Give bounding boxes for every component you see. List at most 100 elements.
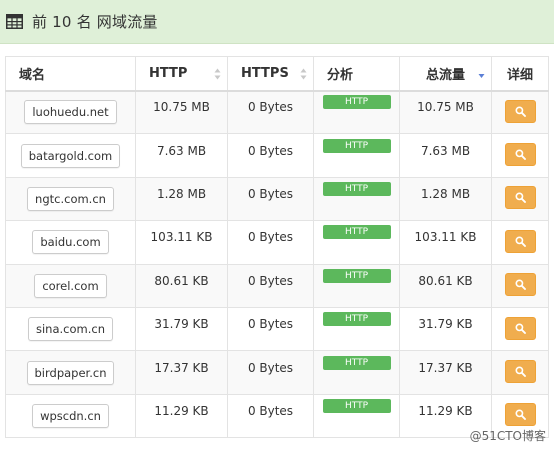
detail-button[interactable]: [504, 99, 536, 123]
search-icon: [515, 366, 526, 377]
cell-domain: luohuedu.net: [5, 89, 136, 135]
sort-icon[interactable]: [214, 68, 221, 80]
cell-analysis: HTTP: [313, 263, 400, 308]
search-icon: [515, 279, 526, 291]
domain-name[interactable]: batargold.com: [20, 143, 121, 168]
cell-detail: [491, 350, 549, 395]
table-row: baidu.com 103.11 KB 0 Bytes HTTP 103.11 KB: [5, 220, 549, 265]
header-detail: 详细: [491, 56, 549, 92]
cell-analysis: HTTP: [313, 350, 400, 395]
cell-detail: [491, 220, 549, 265]
cell-https: 0 Bytes: [227, 176, 314, 222]
cell-https: 0 Bytes: [227, 263, 314, 308]
domain-name[interactable]: sina.com.cn: [27, 317, 113, 342]
search-icon: [515, 236, 526, 247]
cell-analysis: HTTP: [313, 89, 400, 135]
cell-http: 7.63 MB: [135, 133, 228, 178]
cell-total: 31.79 KB: [399, 306, 492, 352]
domain-name[interactable]: birdpaper.cn: [26, 360, 115, 385]
cell-domain: wpscdn.cn: [5, 393, 136, 439]
cell-http: 17.37 KB: [135, 350, 228, 395]
search-icon: [515, 106, 526, 117]
cell-https: 0 Bytes: [227, 133, 314, 178]
cell-https: 0 Bytes: [227, 350, 314, 395]
cell-https: 0 Bytes: [227, 306, 314, 352]
cell-detail: [491, 306, 549, 352]
header-domain: 域名: [5, 56, 136, 92]
cell-detail: [491, 176, 549, 222]
cell-https: 0 Bytes: [227, 89, 314, 135]
cell-domain: sina.com.cn: [5, 306, 136, 352]
protocol-label: HTTP: [322, 268, 391, 283]
protocol-label: HTTP: [322, 312, 391, 327]
search-icon: [515, 409, 526, 421]
domain-name[interactable]: corel.com: [34, 273, 107, 298]
header-total[interactable]: 总流量: [399, 56, 492, 92]
cell-domain: birdpaper.cn: [5, 350, 136, 395]
table-row: wpscdn.cn 11.29 KB 0 Bytes HTTP 11.29 KB: [5, 393, 549, 439]
cell-detail: [491, 133, 549, 178]
protocol-label: HTTP: [322, 355, 391, 370]
sort-desc-icon[interactable]: [478, 68, 485, 80]
cell-detail: [491, 89, 549, 135]
cell-domain: corel.com: [5, 263, 136, 308]
detail-button[interactable]: [504, 403, 536, 427]
protocol-label: HTTP: [322, 181, 391, 196]
cell-domain: baidu.com: [5, 220, 136, 265]
table-row: luohuedu.net 10.75 MB 0 Bytes HTTP 10.75 MB: [5, 89, 549, 135]
cell-http: 80.61 KB: [135, 263, 228, 308]
cell-total: 103.11 KB: [399, 220, 492, 265]
detail-button[interactable]: [504, 186, 536, 210]
header-https[interactable]: HTTPS: [227, 56, 314, 92]
cell-http: 11.29 KB: [135, 393, 228, 439]
search-icon: [515, 192, 526, 204]
header-http[interactable]: HTTP: [135, 56, 228, 92]
watermark: @51CTO博客: [469, 429, 546, 443]
domain-name[interactable]: ngtc.com.cn: [27, 186, 114, 211]
cell-analysis: HTTP: [313, 393, 400, 439]
cell-https: 0 Bytes: [227, 220, 314, 265]
table-row: sina.com.cn 31.79 KB 0 Bytes HTTP 31.79 KB: [5, 306, 549, 352]
cell-analysis: HTTP: [313, 176, 400, 222]
header-analysis: 分析: [313, 56, 400, 92]
table-header-row: 域名 HTTP HTTPS 分析 总流量 详细: [5, 56, 549, 92]
cell-analysis: HTTP: [313, 220, 400, 265]
cell-analysis: HTTP: [313, 133, 400, 178]
domain-name[interactable]: luohuedu.net: [24, 100, 117, 125]
cell-http: 1.28 MB: [135, 176, 228, 222]
table-row: batargold.com 7.63 MB 0 Bytes HTTP 7.63 MB: [5, 133, 549, 178]
cell-analysis: HTTP: [313, 306, 400, 352]
domain-name[interactable]: wpscdn.cn: [32, 403, 109, 428]
cell-total: 1.28 MB: [399, 176, 492, 222]
table-row: corel.com 80.61 KB 0 Bytes HTTP 80.61 KB: [5, 263, 549, 308]
cell-total: 17.37 KB: [399, 350, 492, 395]
table-row: birdpaper.cn 17.37 KB 0 Bytes HTTP 17.37 KB: [5, 350, 549, 395]
detail-button[interactable]: [504, 143, 536, 167]
protocol-label: HTTP: [322, 398, 391, 413]
traffic-table: 域名 HTTP HTTPS 分析 总流量 详细 luohuedu.net 10.…: [5, 56, 549, 439]
cell-domain: ngtc.com.cn: [5, 176, 136, 222]
sort-icon[interactable]: [300, 68, 307, 80]
detail-button[interactable]: [504, 360, 536, 384]
detail-button[interactable]: [504, 229, 536, 253]
search-icon: [515, 149, 526, 161]
cell-total: 7.63 MB: [399, 133, 492, 178]
table-icon: [6, 14, 23, 29]
panel-title: 前 10 名 网域流量: [32, 13, 158, 31]
search-icon: [515, 323, 526, 334]
cell-detail: [491, 263, 549, 308]
cell-http: 103.11 KB: [135, 220, 228, 265]
protocol-label: HTTP: [322, 95, 391, 110]
cell-http: 10.75 MB: [135, 89, 228, 135]
cell-total: 10.75 MB: [399, 89, 492, 135]
protocol-label: HTTP: [322, 225, 391, 240]
protocol-label: HTTP: [322, 138, 391, 153]
cell-total: 80.61 KB: [399, 263, 492, 308]
detail-button[interactable]: [504, 273, 536, 297]
cell-domain: batargold.com: [5, 133, 136, 178]
detail-button[interactable]: [504, 316, 536, 340]
table-row: ngtc.com.cn 1.28 MB 0 Bytes HTTP 1.28 MB: [5, 176, 549, 222]
cell-https: 0 Bytes: [227, 393, 314, 439]
cell-http: 31.79 KB: [135, 306, 228, 352]
domain-name[interactable]: baidu.com: [32, 230, 109, 255]
